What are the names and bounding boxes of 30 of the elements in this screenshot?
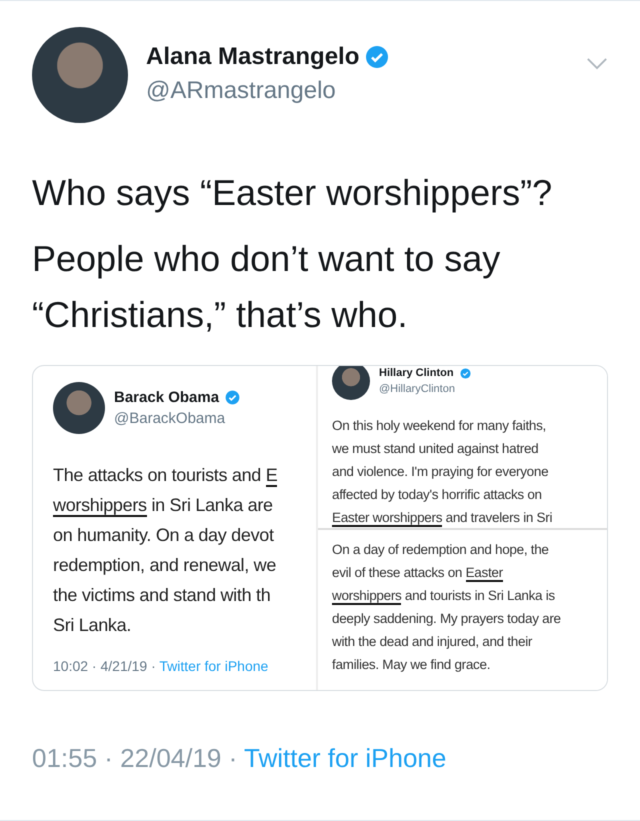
tweet-text-line: we must stand united against hatred	[332, 440, 540, 458]
tweet-text-line: evil of these attacks on Easter	[332, 564, 504, 584]
tweet-text-line: deeply saddening. My prayers today are	[332, 610, 562, 628]
author-handle: @HillaryClinton	[379, 383, 456, 395]
tweet-text-line: On this holy weekend for many faiths,	[332, 417, 548, 435]
tweet-text-line: on humanity. On a day devot	[53, 524, 275, 547]
tweet-text: Who says “Easter worshippers”?	[32, 171, 554, 215]
tweet-timestamp: 10:02 · 4/21/19 ·	[53, 658, 157, 674]
source-link[interactable]: Twitter for iPhone	[244, 743, 446, 773]
tweet-text-line: Sri Lanka.	[53, 614, 132, 637]
tweet-text: People who don’t want to say “Christians,” that’s who.	[32, 237, 502, 337]
tweet-text-line: worshippers and tourists in Sri Lanka is	[332, 587, 556, 607]
tweet-text-line: families. May we find grace.	[332, 656, 492, 674]
tweet-text-line: and violence. I'm praying for everyone	[332, 463, 550, 481]
author-name: Hillary Clinton	[379, 367, 454, 379]
tweet-text-line: with the dead and injured, and their	[332, 633, 534, 651]
avatar	[53, 382, 105, 434]
avatar	[332, 366, 370, 400]
tweet-text-line: On a day of redemption and hope, the	[332, 541, 550, 559]
tweet-text-line: Easter worshippers and travelers in Sri	[332, 509, 554, 528]
tweet-text-line: worshippers in Sri Lanka are	[53, 494, 274, 519]
author-handle: @BarackObama	[114, 410, 226, 427]
tweet-text-line: affected by today's horrific attacks on	[332, 486, 543, 504]
tweet-text-line: The attacks on tourists and E	[53, 464, 278, 489]
author-handle: @ARmastrangelo	[146, 77, 337, 105]
author-name: Barack Obama	[114, 389, 220, 406]
tweet-text-line: the victims and stand with th	[53, 584, 272, 607]
tweet-text-line: redemption, and renewal, we	[53, 554, 278, 577]
tweet-timestamp: 01:55 · 22/04/19 ·	[32, 743, 238, 773]
author-name: Alana Mastrangelo	[146, 43, 360, 71]
